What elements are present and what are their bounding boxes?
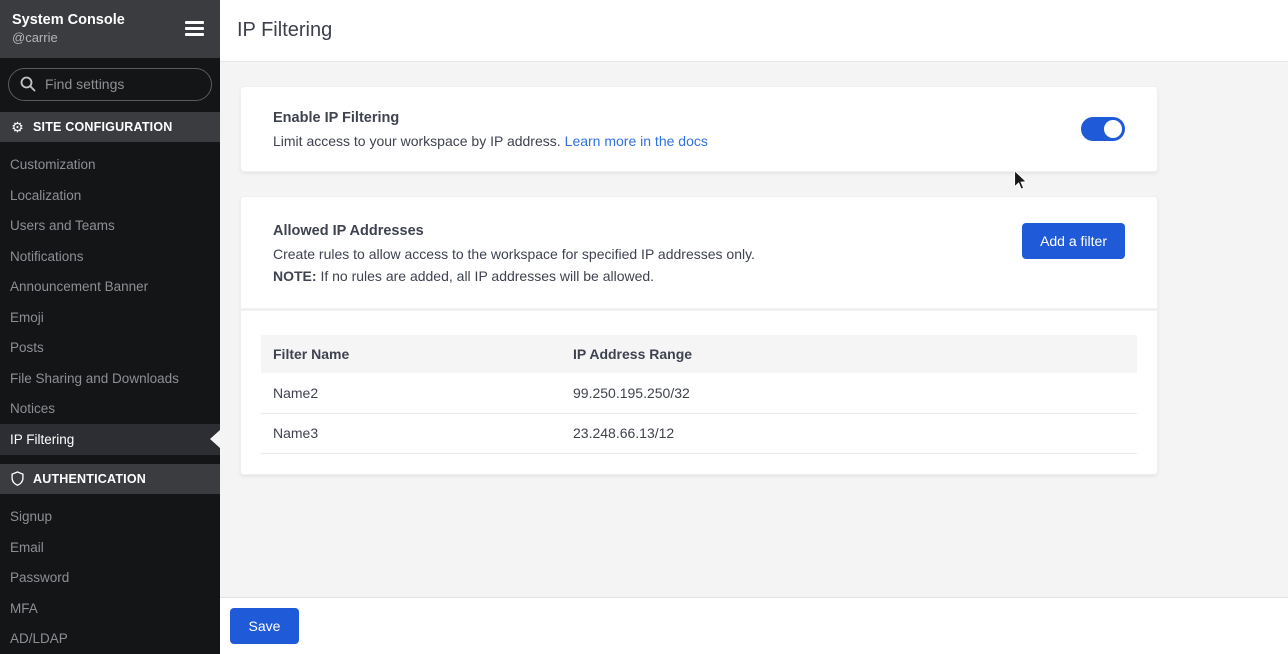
table-row: Name2 99.250.195.250/32: [261, 373, 1137, 413]
enable-ip-filtering-card: Enable IP Filtering Limit access to your…: [240, 86, 1158, 172]
site-configuration-items: Customization Localization Users and Tea…: [0, 142, 220, 455]
table-row: Name3 23.248.66.13/12: [261, 413, 1137, 453]
hamburger-icon[interactable]: [183, 17, 206, 40]
sidebar-item-notices[interactable]: Notices: [0, 394, 220, 425]
sidebar-item-ad-ldap[interactable]: AD/LDAP: [0, 624, 220, 654]
console-title: System Console: [12, 12, 125, 28]
allowed-ip-addresses-card: Allowed IP Addresses Create rules to all…: [240, 196, 1158, 475]
section-header-site-configuration: ⚙ SITE CONFIGURATION: [0, 112, 220, 142]
sidebar-item-ip-filtering[interactable]: IP Filtering: [0, 424, 220, 455]
section-label: SITE CONFIGURATION: [33, 120, 172, 134]
current-user: @carrie: [12, 30, 125, 45]
ip-range-cell: 23.248.66.13/12: [561, 413, 1137, 453]
sidebar-item-mfa[interactable]: MFA: [0, 593, 220, 624]
section-label: AUTHENTICATION: [33, 472, 146, 486]
allowed-card-title: Allowed IP Addresses: [273, 223, 755, 239]
sidebar-item-users-and-teams[interactable]: Users and Teams: [0, 211, 220, 242]
sidebar-item-signup[interactable]: Signup: [0, 502, 220, 533]
app-window: System Console @carrie ⚙ SITE CONFIGURAT…: [0, 0, 1288, 654]
sidebar-header: System Console @carrie: [0, 0, 220, 58]
note-label: NOTE:: [273, 268, 317, 284]
ip-range-cell: 99.250.195.250/32: [561, 373, 1137, 413]
sidebar-item-file-sharing[interactable]: File Sharing and Downloads: [0, 363, 220, 394]
filter-name-cell: Name2: [261, 373, 561, 413]
sidebar-item-localization[interactable]: Localization: [0, 180, 220, 211]
sidebar-search: [0, 58, 220, 112]
main-area: IP Filtering Enable IP Filtering Limit a…: [220, 0, 1288, 654]
sidebar: System Console @carrie ⚙ SITE CONFIGURAT…: [0, 0, 220, 654]
authentication-items: Signup Email Password MFA AD/LDAP: [0, 494, 220, 654]
shield-icon: [10, 471, 25, 486]
search-input[interactable]: [8, 68, 212, 101]
sidebar-item-emoji[interactable]: Emoji: [0, 302, 220, 333]
enable-card-description: Limit access to your workspace by IP add…: [273, 133, 561, 149]
sidebar-item-customization[interactable]: Customization: [0, 150, 220, 181]
ip-filters-table: Filter Name IP Address Range Name2 99.25…: [261, 335, 1137, 454]
content: Enable IP Filtering Limit access to your…: [220, 62, 1288, 597]
column-header-ip-range: IP Address Range: [561, 335, 1137, 373]
filter-name-cell: Name3: [261, 413, 561, 453]
toggle-knob: [1104, 120, 1122, 138]
save-button[interactable]: Save: [230, 608, 299, 644]
sidebar-item-notifications[interactable]: Notifications: [0, 241, 220, 272]
page-title: IP Filtering: [237, 19, 332, 42]
section-header-authentication: AUTHENTICATION: [0, 464, 220, 494]
learn-more-link[interactable]: Learn more in the docs: [565, 133, 708, 149]
enable-ip-filtering-toggle[interactable]: [1081, 117, 1125, 141]
add-filter-button[interactable]: Add a filter: [1022, 223, 1125, 259]
sidebar-item-email[interactable]: Email: [0, 532, 220, 563]
sidebar-item-posts[interactable]: Posts: [0, 333, 220, 364]
allowed-card-description: Create rules to allow access to the work…: [273, 246, 755, 262]
note-text: If no rules are added, all IP addresses …: [317, 268, 655, 284]
enable-card-title: Enable IP Filtering: [273, 110, 708, 126]
column-header-filter-name: Filter Name: [261, 335, 561, 373]
save-footer: Save: [220, 597, 1288, 654]
page-header: IP Filtering: [220, 0, 1288, 62]
gear-icon: ⚙: [10, 120, 25, 134]
table-header-row: Filter Name IP Address Range: [261, 335, 1137, 373]
sidebar-item-password[interactable]: Password: [0, 563, 220, 594]
sidebar-item-announcement-banner[interactable]: Announcement Banner: [0, 272, 220, 303]
